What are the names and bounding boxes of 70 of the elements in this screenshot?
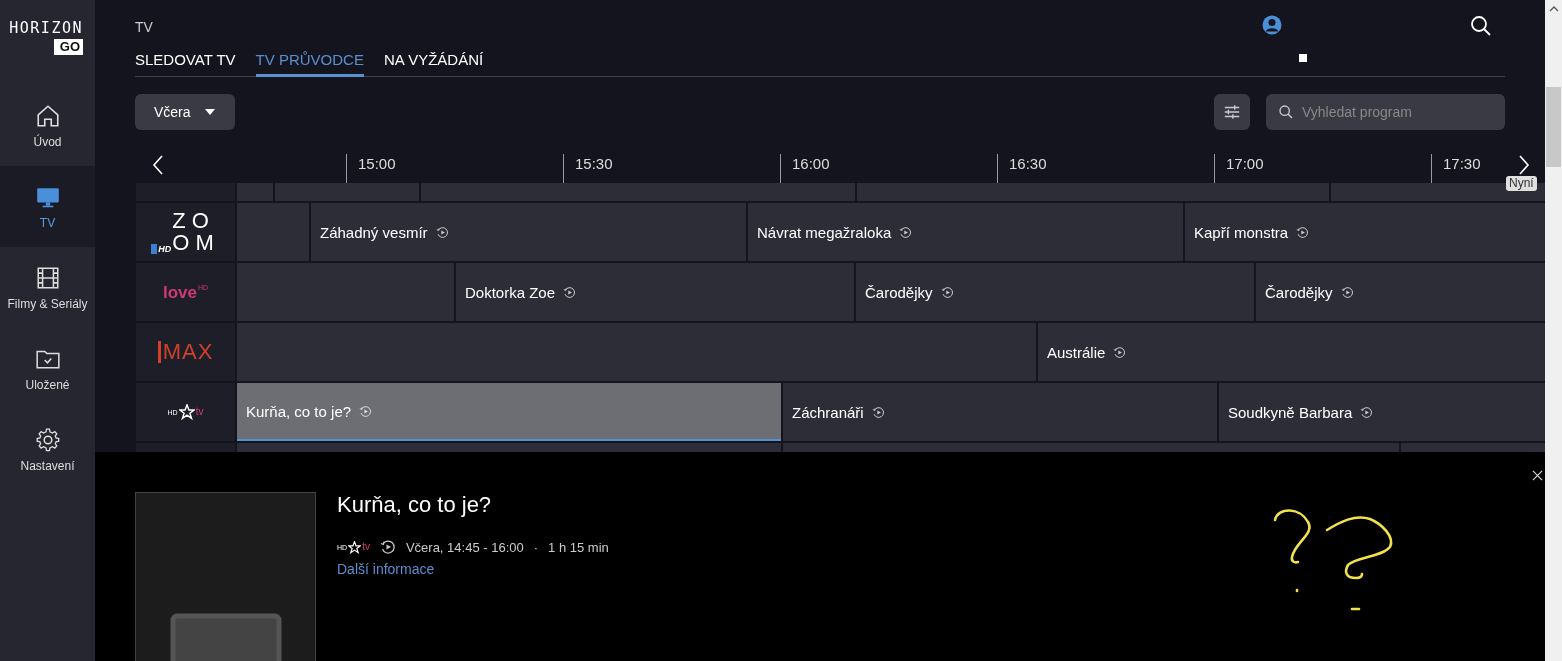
channel-cell[interactable]: HD ZO OM [136,203,235,261]
scroll-up-icon[interactable] [1548,6,1559,12]
replay-icon [1296,225,1310,239]
search-field[interactable]: Vyhledat program [1266,94,1505,130]
program-cell[interactable] [237,203,309,261]
program-cell[interactable]: Kurňa, co to je? [237,383,781,441]
nav-item[interactable]: Nastavení [0,409,95,490]
time-label: 17:30 [1443,156,1481,172]
air-time: Včera, 14:45 - 16:00 [405,539,524,555]
replay-icon [563,285,577,299]
replay-icon [1113,345,1127,359]
time-label: 16:30 [1009,156,1047,172]
brand-badge: GO [53,39,83,55]
day-dropdown[interactable]: Včera [135,94,235,130]
brand-logo: HORIZON [9,20,83,36]
program-cell[interactable]: Čarodějky [1256,263,1545,321]
program-cell[interactable]: Kapří monstra [1185,203,1545,261]
program-cell[interactable]: Soudkyně Barbara [1219,383,1545,441]
time-label: 15:30 [575,156,613,172]
time-label: 16:00 [792,156,830,172]
channel-logo: MAX [157,341,214,363]
page-title: TV [135,19,153,35]
replay-icon [899,225,913,239]
nav-item[interactable]: Filmy & Seriály [0,247,95,328]
channel-cell[interactable]: MAX [136,323,235,381]
program-cell[interactable] [421,183,855,201]
search-icon[interactable] [1469,14,1493,38]
caret-icon [204,109,215,115]
tab[interactable]: NA VYŽÁDÁNÍ [383,51,484,77]
program-title: Kurňa, co to je? [337,492,493,518]
program-cell[interactable] [237,263,454,321]
separator-dot: · [533,539,539,555]
channel-logo: HD ZO OM [151,210,220,254]
profile-icon[interactable] [1262,15,1282,35]
replay-icon [379,539,396,555]
program-cell[interactable]: Návrat megažraloka [748,203,1183,261]
tab[interactable]: SLEDOVAT TV [135,51,236,77]
square-mark [1299,54,1307,62]
program-cell[interactable]: Záhadný vesmír [311,203,746,261]
now-badge[interactable]: Nyní [1506,176,1537,191]
replay-icon [1340,285,1354,299]
search-icon [1278,104,1294,120]
replay-icon [359,404,373,418]
settings-icon [34,426,61,453]
time-label: 17:00 [1226,156,1264,172]
program-cell[interactable] [237,183,273,201]
close-icon[interactable] [1532,470,1543,481]
sliders-icon [1223,103,1241,121]
program-cell[interactable] [275,183,419,201]
scrollbar-thumb[interactable] [1546,87,1561,167]
program-cell[interactable]: Čarodějky [856,263,1254,321]
program-cell[interactable]: Austrálie [1038,323,1545,381]
replay-icon [940,285,954,299]
tab[interactable]: TV PRŮVODCE [255,51,364,77]
duration: 1 h 15 min [548,539,609,555]
film-icon [34,264,61,291]
filter-button[interactable] [1214,94,1250,130]
replay-icon [435,225,449,239]
program-cell[interactable] [857,183,1329,201]
scrollbar[interactable] [1545,0,1562,661]
time-label: 15:00 [358,156,396,172]
program-cell[interactable]: Záchranáři [783,383,1217,441]
nav-item[interactable]: Úvod [0,85,95,166]
nav-item[interactable]: Uložené [0,328,95,409]
replay-icon [871,405,885,419]
nav-item[interactable]: TV [0,166,95,247]
program-cell[interactable]: Doktorka Zoe [456,263,854,321]
replay-icon [1360,405,1374,419]
program-cell[interactable] [237,323,1036,381]
more-info-link[interactable]: Další informace [337,561,609,577]
